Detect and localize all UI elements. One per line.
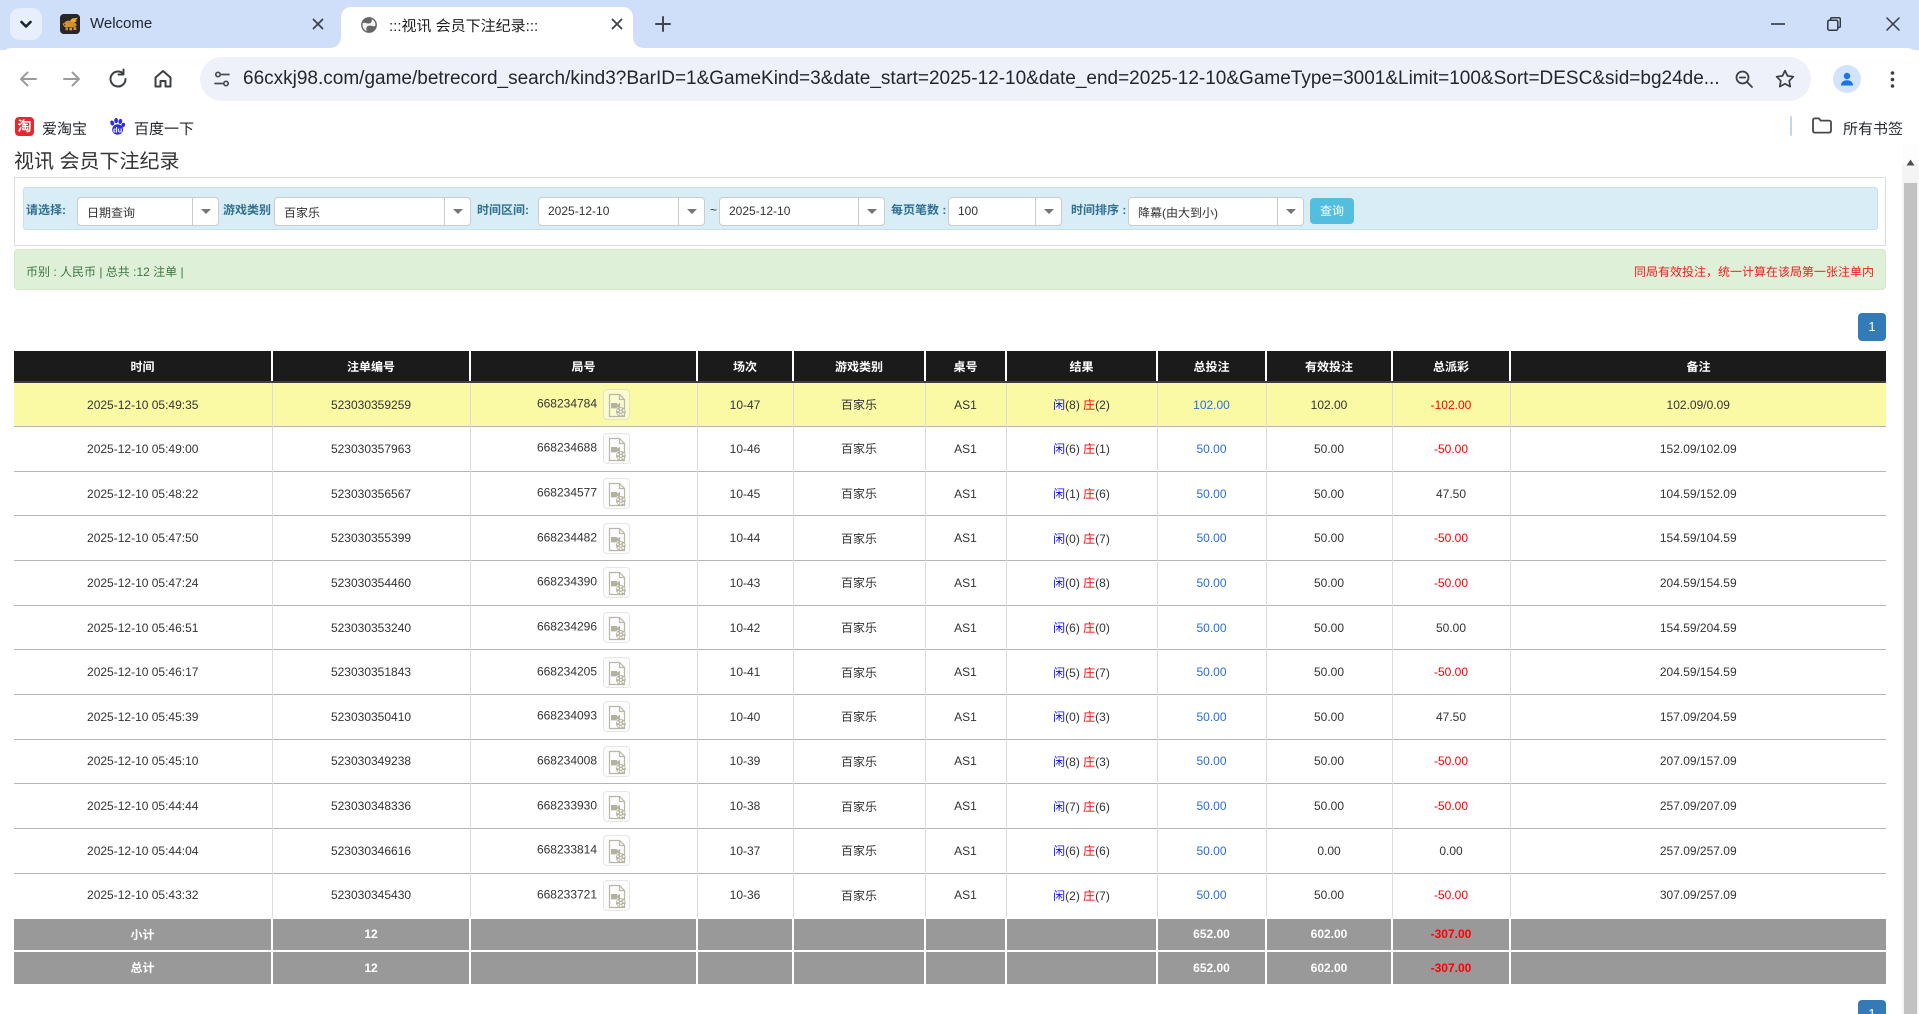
svg-text:du: du xyxy=(113,125,123,134)
